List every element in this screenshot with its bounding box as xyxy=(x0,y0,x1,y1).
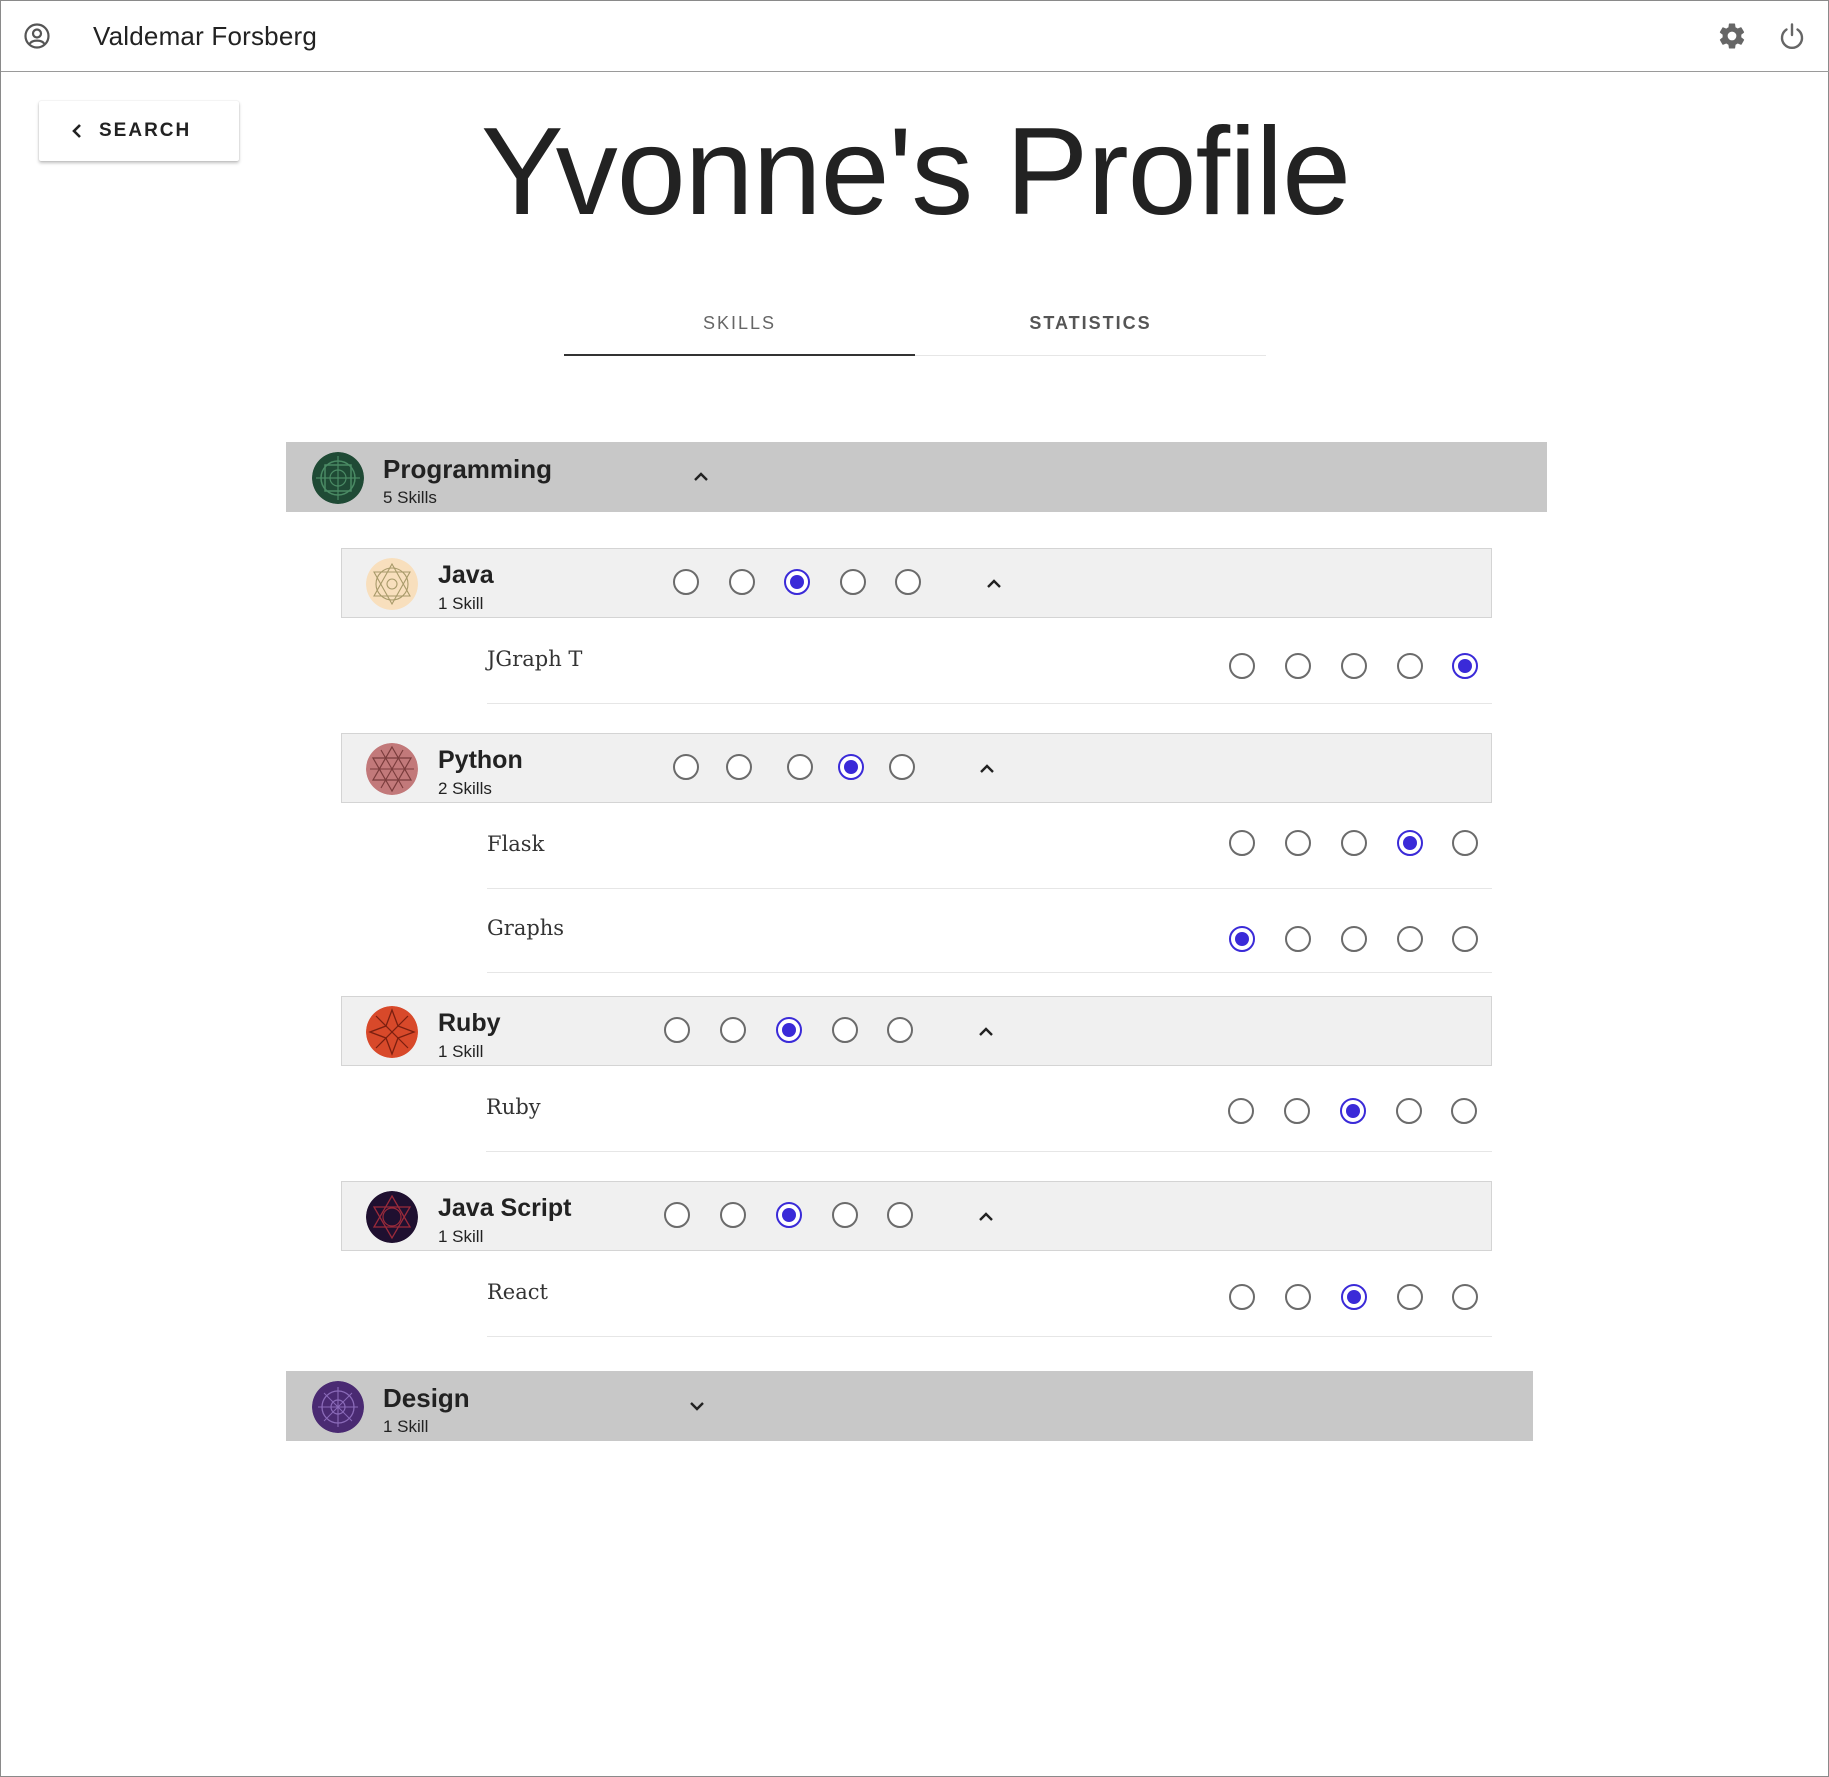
python-avatar-icon xyxy=(366,743,418,795)
page-title: Yvonne's Profile xyxy=(480,103,1351,241)
skill-group-name: Java xyxy=(438,561,494,589)
rating-radio-1[interactable] xyxy=(1229,653,1255,679)
rating-radio-3[interactable] xyxy=(1341,830,1367,856)
rating-radio-2[interactable] xyxy=(726,754,752,780)
skill-name: Flask xyxy=(487,832,545,856)
rating-radio-2[interactable] xyxy=(720,1202,746,1228)
top-bar: Valdemar Forsberg xyxy=(1,1,1829,72)
skill-group-count: 1 Skill xyxy=(438,1227,484,1246)
skill-group-count: 1 Skill xyxy=(438,1042,484,1061)
skill-name: Graphs xyxy=(487,916,565,940)
rating-radio-1[interactable] xyxy=(673,754,699,780)
rating-radio-3[interactable] xyxy=(787,754,813,780)
rating-radio-5[interactable] xyxy=(887,1017,913,1043)
skill-name: React xyxy=(487,1280,548,1304)
chevron-up-icon[interactable] xyxy=(975,1021,997,1043)
gear-icon[interactable] xyxy=(1717,21,1747,51)
skill-row-graphs: Graphs xyxy=(487,889,1492,973)
skill-group-python[interactable]: Python 2 Skills xyxy=(341,733,1492,803)
javascript-avatar-icon xyxy=(366,1191,418,1243)
rating-radio-4[interactable] xyxy=(1397,653,1423,679)
user-name: Valdemar Forsberg xyxy=(93,21,318,51)
rating-radio-4[interactable] xyxy=(840,569,866,595)
rating-radio-1[interactable] xyxy=(664,1202,690,1228)
skill-group-name: Ruby xyxy=(438,1009,501,1037)
java-avatar-icon xyxy=(366,558,418,610)
rating-radio-5[interactable] xyxy=(887,1202,913,1228)
skill-group-javascript[interactable]: Java Script 1 Skill xyxy=(341,1181,1492,1251)
category-name: Programming xyxy=(383,454,553,484)
chevron-up-icon[interactable] xyxy=(690,466,712,488)
tab-skills[interactable]: SKILLS xyxy=(564,313,915,334)
rating-radio-1[interactable] xyxy=(1229,1284,1255,1310)
skill-group-ruby[interactable]: Ruby 1 Skill xyxy=(341,996,1492,1066)
programming-avatar-icon xyxy=(312,452,364,504)
rating-radio-3[interactable] xyxy=(1341,926,1367,952)
chevron-up-icon[interactable] xyxy=(975,1206,997,1228)
rating-radio-3[interactable] xyxy=(784,569,810,595)
rating-radio-4[interactable] xyxy=(1397,926,1423,952)
skill-row-ruby: Ruby xyxy=(486,1068,1492,1152)
rating-radio-5[interactable] xyxy=(1451,1098,1477,1124)
chevron-up-icon[interactable] xyxy=(976,758,998,780)
rating-radio-3[interactable] xyxy=(776,1202,802,1228)
skill-name: JGraph T xyxy=(487,647,583,671)
profile-tabs: SKILLS STATISTICS xyxy=(564,301,1266,356)
rating-radio-4[interactable] xyxy=(1396,1098,1422,1124)
skill-group-name: Python xyxy=(438,746,523,774)
account-circle-icon[interactable] xyxy=(23,22,51,50)
category-count: 1 Skill xyxy=(383,1417,429,1436)
rating-radio-3[interactable] xyxy=(1340,1098,1366,1124)
rating-radio-4[interactable] xyxy=(832,1017,858,1043)
rating-radio-2[interactable] xyxy=(1285,1284,1311,1310)
power-icon[interactable] xyxy=(1777,21,1807,51)
rating-radio-1[interactable] xyxy=(1228,1098,1254,1124)
rating-radio-4[interactable] xyxy=(832,1202,858,1228)
rating-radio-2[interactable] xyxy=(720,1017,746,1043)
category-programming[interactable]: Programming 5 Skills xyxy=(286,442,1547,512)
rating-radio-1[interactable] xyxy=(1229,926,1255,952)
chevron-up-icon[interactable] xyxy=(983,573,1005,595)
rating-radio-4[interactable] xyxy=(1397,1284,1423,1310)
skill-group-count: 2 Skills xyxy=(438,779,492,798)
skill-row-flask: Flask xyxy=(487,805,1492,889)
rating-radio-2[interactable] xyxy=(1284,1098,1310,1124)
category-count: 5 Skills xyxy=(383,488,437,507)
skill-row-react: React xyxy=(487,1253,1492,1337)
rating-radio-1[interactable] xyxy=(664,1017,690,1043)
rating-radio-3[interactable] xyxy=(1341,653,1367,679)
rating-radio-4[interactable] xyxy=(1397,830,1423,856)
skill-row-jgrapht: JGraph T xyxy=(487,620,1492,704)
rating-radio-5[interactable] xyxy=(1452,653,1478,679)
rating-radio-1[interactable] xyxy=(1229,830,1255,856)
app-window: Valdemar Forsberg SEARCH Yvonne's Profil… xyxy=(0,0,1829,1777)
chevron-down-icon[interactable] xyxy=(686,1395,708,1417)
tab-statistics[interactable]: STATISTICS xyxy=(915,313,1266,334)
active-tab-indicator xyxy=(564,354,915,356)
rating-radio-2[interactable] xyxy=(1285,830,1311,856)
rating-radio-2[interactable] xyxy=(1285,653,1311,679)
rating-radio-5[interactable] xyxy=(1452,926,1478,952)
rating-radio-4[interactable] xyxy=(838,754,864,780)
rating-radio-3[interactable] xyxy=(1341,1284,1367,1310)
skill-group-count: 1 Skill xyxy=(438,594,484,613)
rating-radio-5[interactable] xyxy=(895,569,921,595)
skill-group-java[interactable]: Java 1 Skill xyxy=(341,548,1492,618)
category-design[interactable]: Design 1 Skill xyxy=(286,1371,1533,1441)
rating-radio-5[interactable] xyxy=(889,754,915,780)
category-name: Design xyxy=(383,1383,470,1413)
skill-group-name: Java Script xyxy=(438,1194,572,1222)
rating-radio-5[interactable] xyxy=(1452,1284,1478,1310)
rating-radio-1[interactable] xyxy=(673,569,699,595)
design-avatar-icon xyxy=(312,1381,364,1433)
skill-name: Ruby xyxy=(486,1095,541,1119)
rating-radio-5[interactable] xyxy=(1452,830,1478,856)
rating-radio-3[interactable] xyxy=(776,1017,802,1043)
rating-radio-2[interactable] xyxy=(1285,926,1311,952)
ruby-avatar-icon xyxy=(366,1006,418,1058)
rating-radio-2[interactable] xyxy=(729,569,755,595)
